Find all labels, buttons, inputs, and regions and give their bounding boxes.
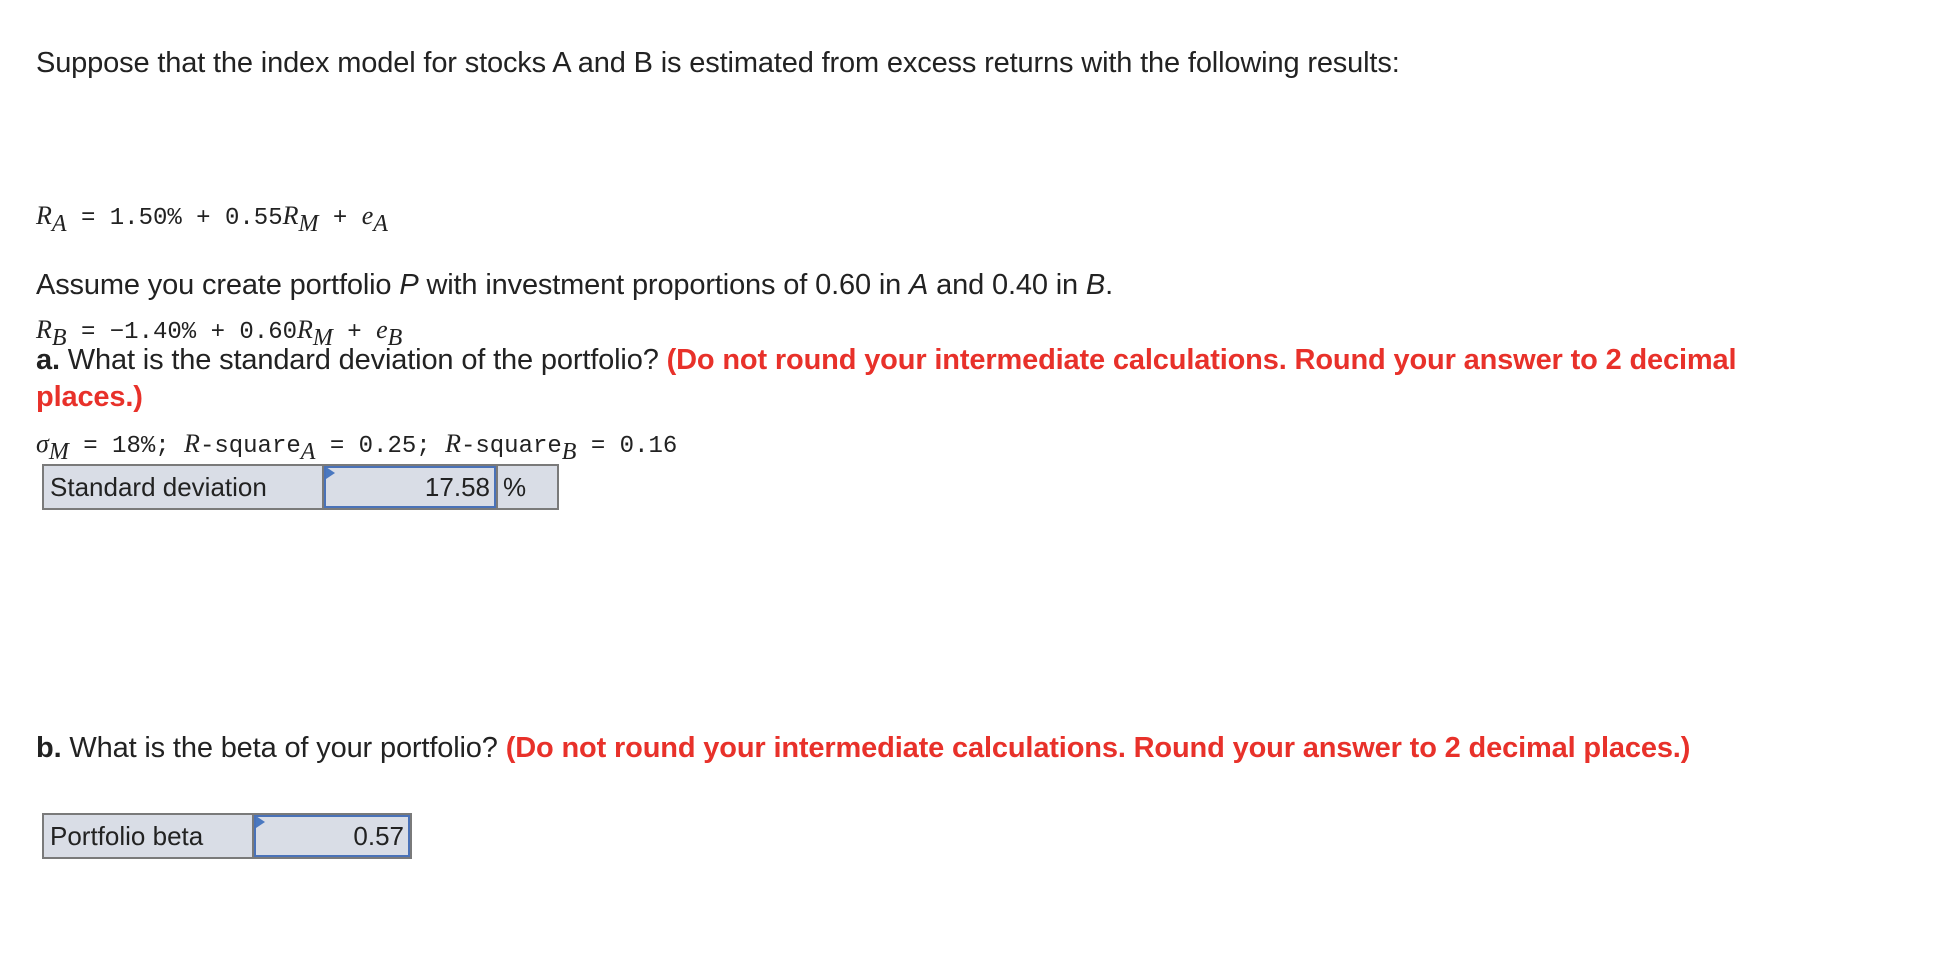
stock-b-var: B — [1085, 269, 1106, 301]
portfolio-beta-answer-table: Portfolio beta 0.57 — [42, 813, 412, 859]
var-r: R — [36, 201, 52, 230]
stock-a-var: A — [909, 269, 929, 301]
question-a-text: What is the standard deviation of the po… — [59, 344, 667, 376]
question-b-label: b. — [36, 732, 62, 764]
stats-text: -square — [460, 433, 562, 460]
stats-text: = 0.25; — [315, 433, 446, 460]
var-sigma: σ — [36, 429, 49, 458]
equation-body: + — [318, 205, 362, 232]
percent-unit: % — [496, 464, 559, 510]
standard-deviation-input[interactable]: 17.58 — [324, 466, 496, 508]
subscript: A — [300, 439, 316, 465]
var-r: R — [184, 429, 200, 458]
question-b-text: What is the beta of your portfolio? — [61, 732, 506, 764]
standard-deviation-value: 17.58 — [424, 472, 490, 502]
subscript: M — [298, 211, 319, 237]
portfolio-beta-input[interactable]: 0.57 — [254, 815, 410, 857]
stats-text: = 18%; — [68, 433, 185, 460]
var-r: R — [36, 315, 52, 344]
intro-text: Suppose that the index model for stocks … — [36, 47, 1400, 79]
subscript: M — [48, 439, 69, 465]
portfolio-beta-label: Portfolio beta — [42, 813, 254, 859]
standard-deviation-answer-table: Standard deviation 17.58 % — [42, 464, 559, 510]
standard-deviation-label: Standard deviation — [42, 464, 324, 510]
index-model-equations: RA = 1.50% + 0.55RM + eA RB = −1.40% + 0… — [36, 121, 677, 501]
subscript: A — [373, 211, 388, 237]
portfolio-var: P — [399, 269, 419, 301]
var-e: e — [361, 201, 374, 230]
var-e: e — [376, 315, 388, 344]
portfolio-assumption-text: Assume you create portfolio P with inves… — [36, 267, 1113, 304]
assume-text: . — [1105, 269, 1114, 301]
standard-deviation-input-cell[interactable]: 17.58 — [322, 464, 498, 510]
assume-text: and 0.40 in — [928, 269, 1086, 301]
equation-stock-a: RA = 1.50% + 0.55RM + eA — [36, 197, 677, 237]
question-a: a. What is the standard deviation of the… — [36, 342, 1737, 379]
assume-text: Assume you create portfolio — [36, 269, 400, 301]
var-r: R — [282, 201, 299, 230]
question-a-label: a. — [36, 344, 60, 376]
equation-body: = 1.50% + 0.55 — [66, 205, 283, 232]
question-a-instruction: (Do not round your intermediate calculat… — [666, 344, 1737, 376]
question-a-continued: places.) — [36, 379, 143, 416]
table-row: Standard deviation 17.58 % — [42, 464, 559, 510]
question-a-instruction-end: places.) — [36, 381, 143, 413]
market-stats-line: σM = 18%; R-squareA = 0.25; R-squareB = … — [36, 425, 678, 465]
var-r: R — [297, 315, 313, 344]
stats-text: -square — [199, 433, 301, 460]
answer-flag-icon — [326, 467, 335, 479]
question-b: b. What is the beta of your portfolio? (… — [36, 730, 1690, 767]
table-row: Portfolio beta 0.57 — [42, 813, 412, 859]
subscript: B — [561, 439, 577, 465]
assume-text: with investment proportions of 0.60 in — [418, 269, 910, 301]
stats-text: = 0.16 — [576, 433, 678, 460]
var-r: R — [445, 429, 461, 458]
answer-flag-icon — [256, 816, 265, 828]
portfolio-beta-value: 0.57 — [353, 821, 404, 851]
question-b-instruction: (Do not round your intermediate calculat… — [505, 732, 1691, 764]
subscript: A — [51, 211, 67, 237]
portfolio-beta-input-cell[interactable]: 0.57 — [252, 813, 412, 859]
